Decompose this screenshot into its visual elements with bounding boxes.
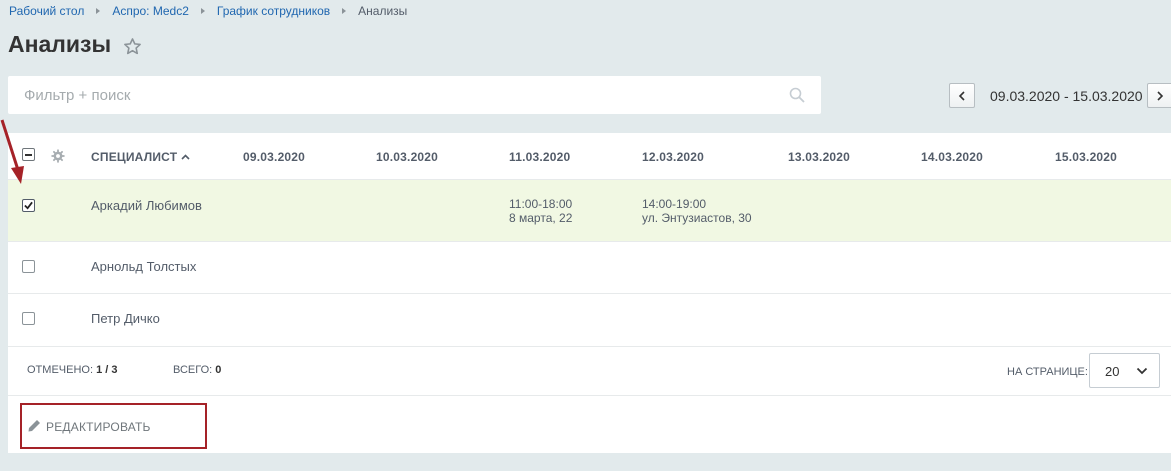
chevron-down-icon: [1136, 367, 1148, 375]
table-row[interactable]: Арнольд Толстых: [8, 242, 1171, 294]
schedule-grid: СПЕЦИАЛИСТ 09.03.2020 10.03.2020 11.03.2…: [8, 133, 1171, 453]
breadcrumb: Рабочий стол Аспро: Medc2 График сотрудн…: [9, 4, 407, 18]
schedule-slot[interactable]: 11:00-18:00 8 марта, 22: [509, 197, 572, 225]
column-header-label: СПЕЦИАЛИСТ: [91, 150, 178, 164]
column-header-date[interactable]: 15.03.2020: [1055, 150, 1117, 164]
specialist-name[interactable]: Арнольд Толстых: [91, 259, 196, 274]
grid-header: СПЕЦИАЛИСТ 09.03.2020 10.03.2020 11.03.2…: [8, 133, 1171, 180]
row-checkbox[interactable]: [22, 312, 35, 325]
pencil-icon: [28, 420, 40, 432]
slot-place: 8 марта, 22: [509, 211, 573, 225]
breadcrumb-item-desktop[interactable]: Рабочий стол: [9, 4, 84, 18]
chevron-left-icon: [958, 90, 965, 101]
gear-icon[interactable]: [51, 149, 65, 163]
schedule-slot[interactable]: 14:00-19:00 ул. Энтузиастов, 30: [642, 197, 752, 225]
date-range-label: 09.03.2020 - 15.03.2020: [990, 88, 1143, 104]
selected-count-value: 1 / 3: [96, 364, 118, 376]
slot-place: ул. Энтузиастов, 30: [642, 211, 752, 225]
column-header-date[interactable]: 14.03.2020: [921, 150, 983, 164]
column-header-date[interactable]: 13.03.2020: [788, 150, 850, 164]
row-checkbox[interactable]: [22, 260, 35, 273]
breadcrumb-separator-icon: [96, 8, 101, 14]
column-header-specialist[interactable]: СПЕЦИАЛИСТ: [91, 150, 190, 164]
grid-footer: ОТМЕЧЕНО: 1 / 3 ВСЕГО: 0 НА СТРАНИЦЕ: 20: [8, 347, 1171, 396]
column-header-date[interactable]: 12.03.2020: [642, 150, 704, 164]
per-page-select[interactable]: 20: [1089, 353, 1160, 388]
sort-ascending-icon: [181, 154, 190, 160]
prev-week-button[interactable]: [949, 83, 975, 108]
specialist-name[interactable]: Аркадий Любимов: [91, 198, 202, 213]
annotation-arrow-icon: [0, 119, 24, 184]
filter-search-input[interactable]: [8, 76, 821, 114]
next-week-button[interactable]: [1147, 83, 1171, 108]
page-title: Анализы: [8, 31, 112, 57]
selected-count-label: ОТМЕЧЕНО:: [27, 364, 93, 376]
total-count-value: 0: [215, 364, 222, 376]
selected-count: ОТМЕЧЕНО: 1 / 3: [27, 364, 117, 376]
per-page-label: НА СТРАНИЦЕ:: [1007, 366, 1088, 378]
column-header-date[interactable]: 10.03.2020: [376, 150, 438, 164]
edit-button[interactable]: РЕДАКТИРОВАТЬ: [20, 403, 207, 449]
breadcrumb-item-aspro[interactable]: Аспро: Medc2: [112, 4, 189, 18]
breadcrumb-separator-icon: [200, 8, 205, 14]
total-count-label: ВСЕГО:: [173, 364, 213, 376]
filter-search-box: [8, 76, 821, 114]
slot-time: 14:00-19:00: [642, 197, 707, 211]
column-header-date[interactable]: 09.03.2020: [243, 150, 305, 164]
search-icon[interactable]: [789, 87, 805, 103]
breadcrumb-item-schedule[interactable]: График сотрудников: [217, 4, 330, 18]
slot-time: 11:00-18:00: [509, 197, 573, 211]
row-checkbox[interactable]: [22, 199, 35, 212]
total-count: ВСЕГО: 0: [173, 364, 221, 376]
checkmark-icon: [24, 201, 33, 210]
table-row[interactable]: Петр Дичко: [8, 294, 1171, 347]
column-header-date[interactable]: 11.03.2020: [509, 150, 570, 164]
table-row[interactable]: Аркадий Любимов 11:00-18:00 8 марта, 22 …: [8, 180, 1171, 242]
breadcrumb-item-current: Анализы: [358, 4, 408, 18]
breadcrumb-separator-icon: [342, 8, 347, 14]
specialist-name[interactable]: Петр Дичко: [91, 311, 160, 326]
star-icon[interactable]: [123, 37, 142, 56]
edit-button-label: РЕДАКТИРОВАТЬ: [46, 420, 151, 434]
per-page-value: 20: [1105, 364, 1120, 379]
chevron-right-icon: [1157, 90, 1164, 101]
